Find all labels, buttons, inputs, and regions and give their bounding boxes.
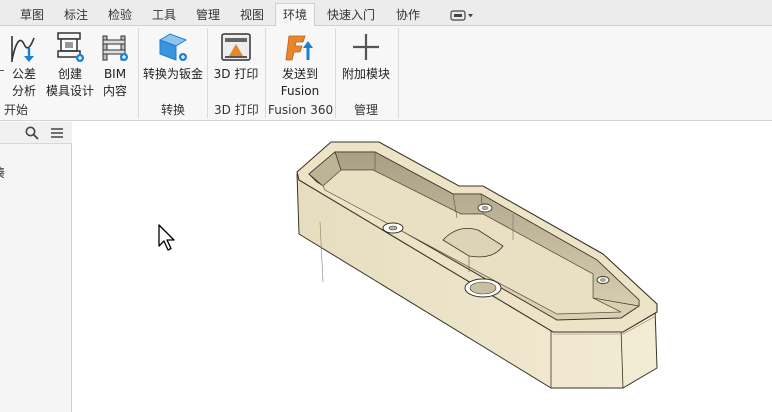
- group-label-fusion-360: Fusion 360: [268, 103, 334, 117]
- browser-tree-item[interactable]: 凑: [0, 164, 5, 181]
- tab-get-started[interactable]: 快速入门: [320, 5, 382, 26]
- tab-manage[interactable]: 管理: [186, 5, 230, 26]
- ribbon-tab-bar: 草图 标注 检验 工具 管理 视图 环境 快速入门 协作: [0, 0, 772, 27]
- tolerance-analysis-icon: [11, 36, 35, 62]
- bim-content-label-2: 内容: [102, 84, 127, 98]
- fusion-360-icon: [285, 35, 313, 61]
- add-ins-button[interactable]: 附加模块: [337, 26, 395, 100]
- mold-design-icon: [57, 32, 84, 62]
- group-separator: [138, 28, 139, 118]
- group-label-begin: 开始: [4, 103, 29, 117]
- send-to-fusion-label-2: Fusion: [280, 84, 320, 98]
- send-to-fusion-label-1: 发送到: [281, 67, 318, 81]
- mouse-cursor-icon: [158, 224, 175, 251]
- bim-content-icon: [102, 35, 128, 61]
- browser-header: [0, 122, 72, 144]
- tab-environments[interactable]: 环境: [275, 3, 315, 27]
- group-label-3d-print: 3D 打印: [214, 103, 259, 117]
- panel-display-dropdown[interactable]: [450, 8, 476, 22]
- graphics-viewport[interactable]: [73, 122, 772, 412]
- create-mold-label-2: 模具设计: [45, 84, 94, 98]
- group-label-convert: 转换: [161, 103, 186, 117]
- tolerance-analysis-button[interactable]: 公差 分析: [4, 26, 44, 100]
- send-to-fusion-button[interactable]: 发送到 Fusion: [267, 26, 333, 100]
- tab-tools[interactable]: 工具: [142, 5, 186, 26]
- tab-annotate[interactable]: 标注: [54, 5, 98, 26]
- tab-collaborate[interactable]: 协作: [386, 5, 430, 26]
- 3d-part-model[interactable]: [73, 122, 772, 412]
- ribbon-panel: 公差 分析 创建 模具设计 BIM 内容 开始 转换为钣金 转换 3D 打印 3…: [0, 26, 772, 121]
- create-mold-label-1: 创建: [57, 67, 82, 81]
- group-label-manage: 管理: [354, 103, 379, 117]
- search-icon[interactable]: [25, 126, 39, 140]
- create-mold-design-button[interactable]: 创建 模具设计: [44, 26, 96, 100]
- group-separator: [398, 28, 399, 118]
- hamburger-menu-icon[interactable]: [50, 126, 64, 140]
- panel-toggle-icon: [450, 10, 473, 21]
- convert-sheet-metal-label: 转换为钣金: [142, 67, 203, 81]
- tab-sketch[interactable]: 草图: [10, 5, 54, 26]
- tolerance-analysis-label-1: 公差: [11, 67, 36, 81]
- 3d-print-label: 3D 打印: [213, 67, 259, 81]
- group-separator: [265, 28, 266, 118]
- tab-inspect[interactable]: 检验: [98, 5, 142, 26]
- 3d-print-button[interactable]: 3D 打印: [209, 26, 263, 100]
- add-ins-icon: [353, 34, 379, 60]
- add-ins-label: 附加模块: [341, 67, 390, 81]
- tab-view[interactable]: 视图: [230, 5, 274, 26]
- bim-content-button[interactable]: BIM 内容: [96, 26, 134, 100]
- sheet-metal-icon: [158, 33, 188, 61]
- chevron-down-icon: [468, 14, 473, 18]
- bim-content-label-1: BIM: [103, 67, 127, 81]
- 3d-print-icon: [221, 33, 251, 61]
- model-browser-panel: 凑: [0, 122, 72, 412]
- group-separator: [207, 28, 208, 118]
- group-separator: [335, 28, 336, 118]
- convert-to-sheet-metal-button[interactable]: 转换为钣金: [140, 26, 206, 100]
- tolerance-analysis-label-2: 分析: [11, 84, 36, 98]
